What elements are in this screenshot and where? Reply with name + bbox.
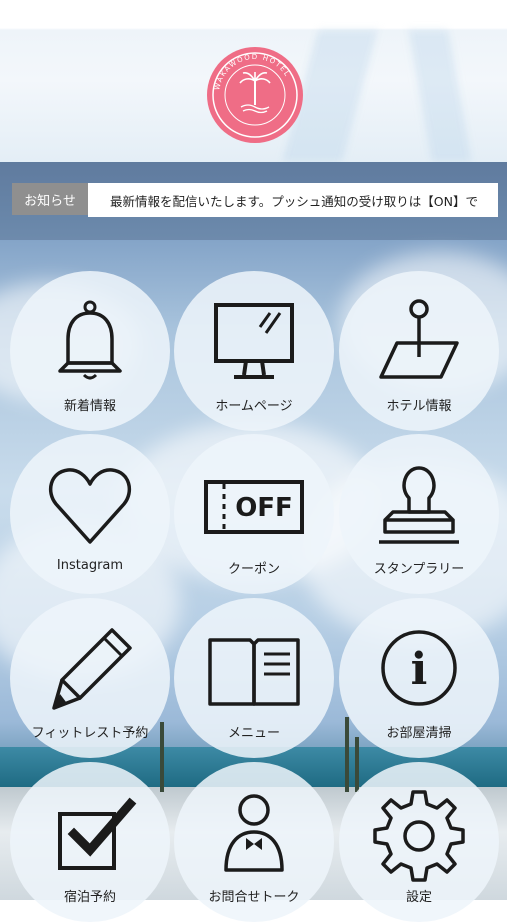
book-icon (208, 638, 300, 706)
notice-ticker[interactable]: 最新情報を配信いたします。プッシュ通知の受け取りは【ON】で (88, 183, 498, 217)
menu-label: スタンプラリー (373, 562, 465, 577)
menu-label: ホテル情報 (386, 399, 452, 414)
menu-fitness-reservation[interactable]: フィットレスト予約 (10, 598, 170, 758)
gear-icon (373, 790, 465, 882)
notice-label: お知らせ (12, 183, 88, 215)
monitor-icon (214, 303, 294, 379)
concierge-icon (224, 794, 284, 872)
logo-ring-text: WAKAWOOD HOTEL (213, 53, 290, 91)
menu-label: Instagram (56, 558, 124, 573)
menu-instagram[interactable]: Instagram (10, 434, 170, 594)
menu-label: フィットレスト予約 (31, 726, 149, 741)
bell-icon (58, 300, 122, 380)
menu-label: 宿泊予約 (63, 890, 116, 905)
menu-room-cleaning[interactable]: i お部屋清掃 (339, 598, 499, 758)
menu-homepage[interactable]: ホームページ (174, 271, 334, 431)
pencil-icon (52, 628, 132, 710)
menu-settings[interactable]: 設定 (339, 762, 499, 922)
hotel-logo: WAKAWOOD HOTEL (207, 47, 303, 143)
menu-menu[interactable]: メニュー (174, 598, 334, 758)
menu-label: 設定 (405, 890, 432, 905)
svg-text:i: i (411, 644, 428, 695)
map-pin-icon (379, 299, 459, 379)
menu-label: ホームページ (215, 399, 293, 414)
menu-coupon[interactable]: OFF クーポン (174, 434, 334, 594)
app-header: WAKAWOOD HOTEL (0, 0, 507, 162)
menu-hotel-info[interactable]: ホテル情報 (339, 271, 499, 431)
coupon-off-icon: OFF (204, 480, 304, 534)
menu-news[interactable]: 新着情報 (10, 271, 170, 431)
info-icon: i (381, 630, 457, 706)
checkbox-icon (58, 797, 137, 870)
menu-label: 新着情報 (63, 399, 116, 414)
menu-stamp-rally[interactable]: スタンプラリー (339, 434, 499, 594)
menu-label: クーポン (227, 562, 280, 577)
stamp-icon (379, 466, 459, 544)
menu-inquiry-talk[interactable]: お問合せトーク (174, 762, 334, 922)
heart-icon (48, 468, 132, 544)
svg-text:WAKAWOOD HOTEL: WAKAWOOD HOTEL (213, 53, 291, 91)
menu-label: お部屋清掃 (386, 726, 452, 741)
menu-accommodation-reservation[interactable]: 宿泊予約 (10, 762, 170, 922)
menu-label: メニュー (227, 726, 280, 741)
menu-label: お問合せトーク (208, 890, 300, 905)
svg-text:OFF: OFF (235, 493, 293, 523)
